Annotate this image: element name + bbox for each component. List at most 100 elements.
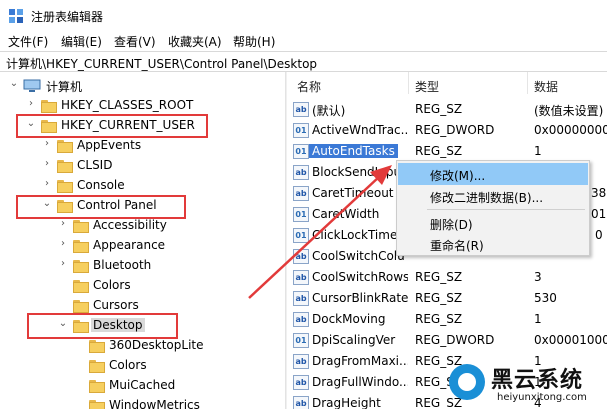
watermark-subtitle: heiyunxitong.com xyxy=(497,392,587,403)
table-row[interactable]: 01 DpiScalingVer REG_DWORD 0x00001000 xyxy=(287,330,607,351)
tree-item-windowmetrics[interactable]: WindowMetrics xyxy=(73,396,283,409)
value-type: REG_SZ xyxy=(415,270,463,284)
value-type: REG_SZ xyxy=(415,312,463,326)
column-header-type[interactable]: 类型 xyxy=(415,78,439,95)
tree-item-label: CLSID xyxy=(77,158,113,172)
value-name: DragFullWindo... xyxy=(312,375,408,389)
address-bar[interactable]: 计算机\HKEY_CURRENT_USER\Control Panel\Desk… xyxy=(0,51,607,72)
context-menu-rename[interactable]: 重命名(R) xyxy=(398,233,588,255)
tree-item-label: Bluetooth xyxy=(93,258,152,272)
table-row[interactable]: ab CursorBlinkRate REG_SZ 530 xyxy=(287,288,607,309)
chevron-right-icon[interactable]: › xyxy=(57,258,69,272)
tree-item-hkcr[interactable]: › HKEY_CLASSES_ROOT xyxy=(25,96,275,116)
menu-edit[interactable]: 编辑(E) xyxy=(61,33,102,50)
menu-item-label: 修改(M)... xyxy=(430,169,486,183)
table-row-selected[interactable]: 01 AutoEndTasks REG_SZ 1 xyxy=(287,141,607,162)
tree-item-bluetooth[interactable]: › Bluetooth xyxy=(57,256,277,276)
menu-view[interactable]: 查看(V) xyxy=(114,33,156,50)
tree-item-muicached[interactable]: MuiCached xyxy=(73,376,283,396)
column-header-name[interactable]: 名称 xyxy=(297,78,321,95)
context-menu-modify-binary[interactable]: 修改二进制数据(B)... xyxy=(398,185,588,207)
tree-item-appearance[interactable]: › Appearance xyxy=(57,236,277,256)
folder-icon xyxy=(73,240,89,253)
context-menu-modify[interactable]: 修改(M)... xyxy=(398,163,588,185)
column-header-data[interactable]: 数据 xyxy=(534,78,558,95)
tree-item-clsid[interactable]: › CLSID xyxy=(41,156,271,176)
tree-item-console[interactable]: › Console xyxy=(41,176,271,196)
folder-icon xyxy=(89,400,105,409)
value-name: ClickLockTime xyxy=(312,228,398,242)
window-title: 注册表编辑器 xyxy=(31,10,104,24)
value-data: (数值未设置) xyxy=(534,104,604,118)
highlight-box-desktop xyxy=(27,313,178,339)
table-row[interactable]: 01 ActiveWndTrac... REG_DWORD 0x00000000 xyxy=(287,120,607,141)
menu-item-label: 删除(D) xyxy=(430,218,473,232)
context-menu: 修改(M)... 修改二进制数据(B)... 删除(D) 重命名(R) xyxy=(396,160,590,256)
string-value-icon: ab xyxy=(293,186,309,201)
tree-item-computer[interactable]: ⌄ 计算机 xyxy=(8,76,268,96)
menu-favorites[interactable]: 收藏夹(A) xyxy=(168,33,222,50)
tree-item-appevents[interactable]: › AppEvents xyxy=(41,136,271,156)
tree-item-label: HKEY_CLASSES_ROOT xyxy=(61,98,194,112)
chevron-right-icon[interactable]: › xyxy=(41,178,53,192)
menu-file[interactable]: 文件(F) xyxy=(8,33,48,50)
value-name: CaretTimeout xyxy=(312,186,394,200)
watermark-title: 黑云系统 xyxy=(491,368,584,393)
menu-item-label: 重命名(R) xyxy=(430,239,484,253)
chevron-down-icon[interactable]: ⌄ xyxy=(8,78,20,92)
column-divider[interactable] xyxy=(408,72,409,94)
computer-icon xyxy=(23,79,41,92)
menu-help[interactable]: 帮助(H) xyxy=(233,33,275,50)
menu-separator xyxy=(427,209,585,210)
value-data: 0 xyxy=(595,228,603,242)
folder-icon xyxy=(41,100,57,113)
tree-item-label: 计算机 xyxy=(46,80,83,94)
tree-item-label: Cursors xyxy=(93,298,139,312)
folder-icon xyxy=(73,280,89,293)
tree-item-accessibility[interactable]: › Accessibility xyxy=(57,216,277,236)
folder-icon xyxy=(57,140,73,153)
context-menu-delete[interactable]: 删除(D) xyxy=(398,212,588,234)
table-row[interactable]: ab CoolSwitchRows REG_SZ 3 xyxy=(287,267,607,288)
value-name: AutoEndTasks xyxy=(309,144,398,158)
tree-item-colors[interactable]: Colors xyxy=(57,276,277,296)
column-divider[interactable] xyxy=(527,72,528,94)
value-data: 530 xyxy=(534,291,557,305)
folder-icon xyxy=(89,380,105,393)
menu-item-label: 修改二进制数据(B)... xyxy=(430,191,544,205)
tree-item-label: MuiCached xyxy=(109,378,176,392)
table-row[interactable]: ab DockMoving REG_SZ 1 xyxy=(287,309,607,330)
address-path[interactable]: 计算机\HKEY_CURRENT_USER\Control Panel\Desk… xyxy=(6,55,317,72)
chevron-right-icon[interactable]: › xyxy=(57,238,69,252)
folder-icon xyxy=(89,340,105,353)
regedit-icon xyxy=(9,9,23,23)
value-data: 0x00000000 xyxy=(534,123,607,137)
string-value-icon: ab xyxy=(293,375,309,390)
chevron-right-icon[interactable]: › xyxy=(57,218,69,232)
string-value-icon: ab xyxy=(293,270,309,285)
binary-value-icon: 01 xyxy=(293,333,309,348)
value-name: CoolSwitchRows xyxy=(312,270,408,284)
value-data: 3 xyxy=(534,270,542,284)
string-value-icon: ab xyxy=(293,354,309,369)
string-value-icon: ab xyxy=(293,291,309,306)
value-name: BlockSendInpu xyxy=(312,165,402,179)
value-name: DpiScalingVer xyxy=(312,333,396,347)
folder-icon xyxy=(73,300,89,313)
value-type: REG_SZ xyxy=(415,102,463,116)
tree-item-360desktoplite[interactable]: 360DesktopLite xyxy=(73,336,283,356)
value-data: 1 xyxy=(534,312,542,326)
chevron-right-icon[interactable]: › xyxy=(41,158,53,172)
chevron-right-icon[interactable]: › xyxy=(25,98,37,112)
tree-item-desktop-colors[interactable]: Colors xyxy=(73,356,283,376)
menu-bar: 文件(F) 编辑(E) 查看(V) 收藏夹(A) 帮助(H) xyxy=(0,31,607,51)
binary-value-icon: 01 xyxy=(293,228,309,243)
string-value-icon: ab xyxy=(293,165,309,180)
table-row[interactable]: ab (默认) REG_SZ (数值未设置) xyxy=(287,99,607,120)
value-name: DragHeight xyxy=(312,396,381,409)
highlight-box-hkcu xyxy=(16,114,208,138)
folder-icon xyxy=(57,160,73,173)
chevron-right-icon[interactable]: › xyxy=(41,138,53,152)
tree-item-label: Appearance xyxy=(93,238,166,252)
value-name: CursorBlinkRate xyxy=(312,291,408,305)
